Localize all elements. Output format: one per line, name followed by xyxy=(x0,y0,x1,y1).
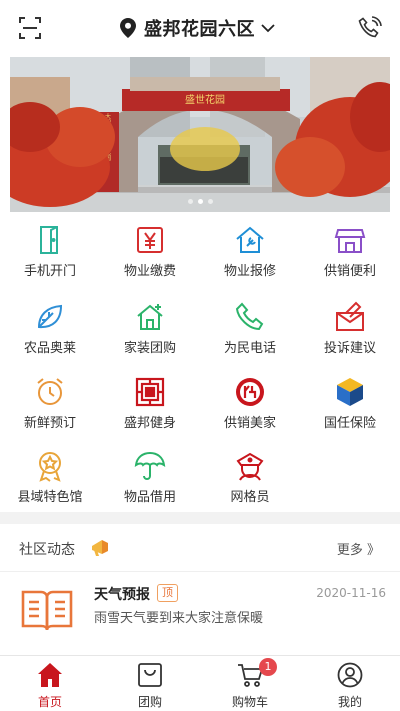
cart-count-badge: 1 xyxy=(259,658,277,676)
grid-item-label: 网格员 xyxy=(230,490,270,505)
news-item-date: 2020-11-16 xyxy=(316,586,386,600)
news-item[interactable]: 天气预报 顶 2020-11-16 雨雪天气要到来大家注意保暖 xyxy=(0,573,400,653)
banner-carousel[interactable]: 盛世花园 大国家 · 盛世花园 xyxy=(10,57,390,212)
more-link[interactable]: 更多 》 xyxy=(337,539,380,558)
grid-item-fresh-order[interactable]: 新鲜预订 xyxy=(0,374,100,448)
megaphone-icon xyxy=(92,540,108,556)
grid-item-hotline[interactable]: 为民电话 xyxy=(200,299,300,373)
grid-item-label: 物品借用 xyxy=(123,490,176,505)
top-header: 盛邦花园六区 xyxy=(0,0,400,56)
grid-item-farm-products[interactable]: 农品奥莱 xyxy=(0,299,100,373)
phone-call-icon[interactable] xyxy=(358,16,382,40)
grid-item-property-fee[interactable]: 物业缴费 xyxy=(100,222,200,296)
grid-item-label: 物业缴费 xyxy=(123,264,176,279)
book-icon xyxy=(21,590,73,631)
gate-sign: 盛世花园 xyxy=(185,93,225,106)
tab-group-buy[interactable]: 团购 xyxy=(100,656,200,711)
door-icon xyxy=(40,226,58,254)
news-section-title: 社区动态 xyxy=(19,542,75,558)
alarm-clock-icon xyxy=(37,378,63,405)
grid-item-label: 为民电话 xyxy=(223,341,276,356)
tab-label: 购物车 xyxy=(231,695,268,709)
grid-item-label: 县域特色馆 xyxy=(17,490,83,505)
scan-icon[interactable] xyxy=(18,16,42,40)
fitness-pattern-icon xyxy=(135,377,165,407)
grid-item-insurance[interactable]: 国任保险 xyxy=(300,374,400,448)
grid-item-label: 盛邦健身 xyxy=(123,416,176,431)
grid-item-label: 家装团购 xyxy=(123,341,176,356)
grid-item-label: 国任保险 xyxy=(323,416,376,431)
tab-label: 我的 xyxy=(337,695,362,709)
pinned-badge: 顶 xyxy=(157,584,178,602)
chevron-down-icon xyxy=(261,24,275,33)
news-item-desc: 雨雪天气要到来大家注意保暖 xyxy=(94,611,264,626)
grid-item-borrow[interactable]: 物品借用 xyxy=(100,448,200,522)
home-decor-icon xyxy=(137,304,163,330)
umbrella-icon xyxy=(134,451,166,480)
grid-item-label: 农品奥莱 xyxy=(23,341,76,356)
grid-item-repair[interactable]: 物业报修 xyxy=(200,222,300,296)
news-item-title: 天气预报 xyxy=(94,587,150,603)
grid-item-fitness[interactable]: 盛邦健身 xyxy=(100,374,200,448)
grid-item-grid-officer[interactable]: 网格员 xyxy=(200,448,300,522)
supply-logo-icon xyxy=(236,378,264,406)
tab-home[interactable]: 首页 xyxy=(0,656,100,711)
carousel-indicators xyxy=(10,199,390,204)
grid-item-label: 供销便利 xyxy=(323,264,376,279)
profile-icon xyxy=(337,662,363,688)
star-medal-icon xyxy=(39,452,61,482)
location-name: 盛邦花园六区 xyxy=(144,19,255,40)
insurance-cube-icon xyxy=(337,378,363,406)
grid-item-complaint[interactable]: 投诉建议 xyxy=(300,299,400,373)
banner-image: 盛世花园 大国家 · 盛世花园 xyxy=(10,57,390,212)
section-divider xyxy=(0,512,400,524)
grid-item-county-pavilion[interactable]: 县域特色馆 xyxy=(0,448,100,522)
bottom-tab-bar: 首页 团购 1 购物车 我的 xyxy=(0,655,400,711)
phone-icon xyxy=(235,302,264,331)
leaf-icon xyxy=(37,304,63,329)
carousel-dot[interactable] xyxy=(187,199,193,204)
location-selector[interactable]: 盛邦花园六区 xyxy=(120,14,275,42)
carousel-dot[interactable] xyxy=(207,199,213,204)
tab-profile[interactable]: 我的 xyxy=(300,656,400,711)
news-section-header: 社区动态 更多 》 xyxy=(0,524,400,572)
yen-bill-icon xyxy=(137,227,163,253)
mail-edit-icon xyxy=(336,301,364,331)
grid-item-door[interactable]: 手机开门 xyxy=(0,222,100,296)
home-icon xyxy=(38,663,62,687)
tab-label: 首页 xyxy=(37,695,62,709)
grid-item-label: 新鲜预订 xyxy=(23,416,76,431)
grid-item-home-decor[interactable]: 家装团购 xyxy=(100,299,200,373)
grid-item-label: 投诉建议 xyxy=(323,341,376,356)
shopping-bag-icon xyxy=(138,663,162,687)
grid-item-convenience[interactable]: 供销便利 xyxy=(300,222,400,296)
officer-icon xyxy=(236,452,264,481)
grid-item-label: 物业报修 xyxy=(223,264,276,279)
map-pin-icon xyxy=(120,18,136,38)
tab-cart[interactable]: 1 购物车 xyxy=(200,656,300,711)
grid-item-label: 手机开门 xyxy=(23,264,76,279)
house-repair-icon xyxy=(236,226,264,253)
grid-item-label: 供销美家 xyxy=(223,416,276,431)
store-icon xyxy=(334,229,366,253)
carousel-dot-active[interactable] xyxy=(197,199,203,204)
tab-label: 团购 xyxy=(137,695,162,709)
grid-item-supply-home[interactable]: 供销美家 xyxy=(200,374,300,448)
